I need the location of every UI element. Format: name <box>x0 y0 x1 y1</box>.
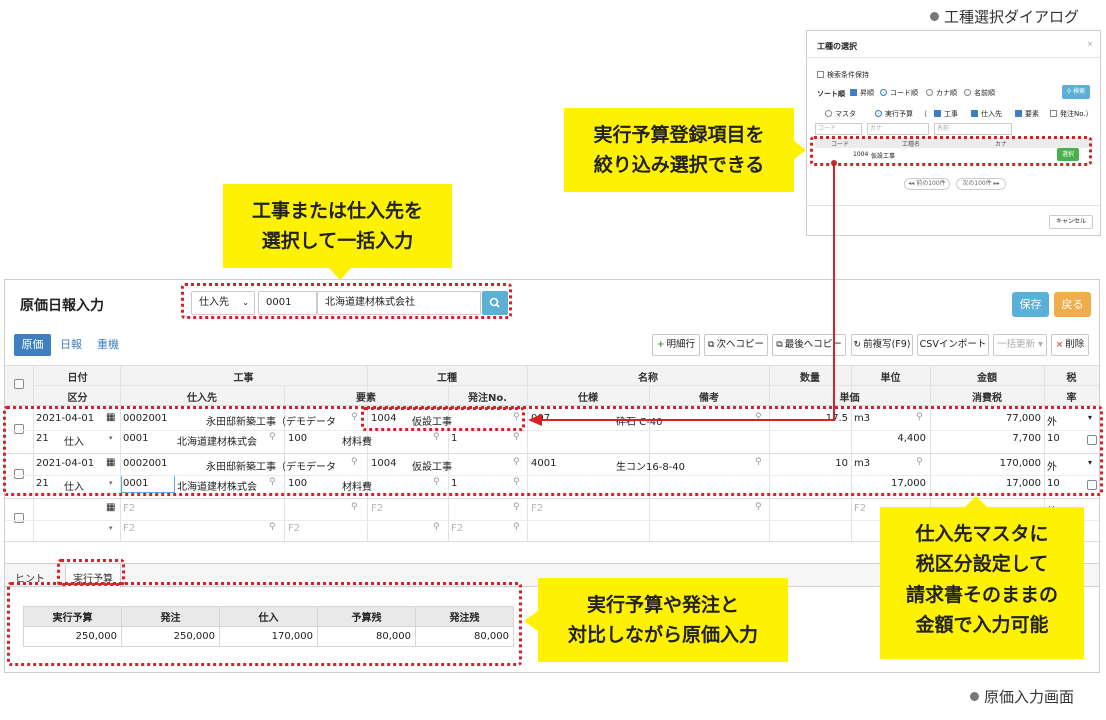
callout-tail <box>524 610 539 632</box>
callout-tail <box>328 267 352 280</box>
callout-dialog: 実行予算登録項目を 絞り込み選択できる <box>564 108 794 192</box>
callout-tail <box>793 140 806 160</box>
callout-budget-compare: 実行予算や発注と 対比しながら原価入力 <box>538 578 788 662</box>
callout-bulk-input: 工事または仕入先を 選択して一括入力 <box>223 184 452 268</box>
callout-tail <box>964 496 988 508</box>
callout-tax-setting: 仕入先マスタに 税区分設定して 請求書そのままの 金額で入力可能 <box>880 507 1084 659</box>
